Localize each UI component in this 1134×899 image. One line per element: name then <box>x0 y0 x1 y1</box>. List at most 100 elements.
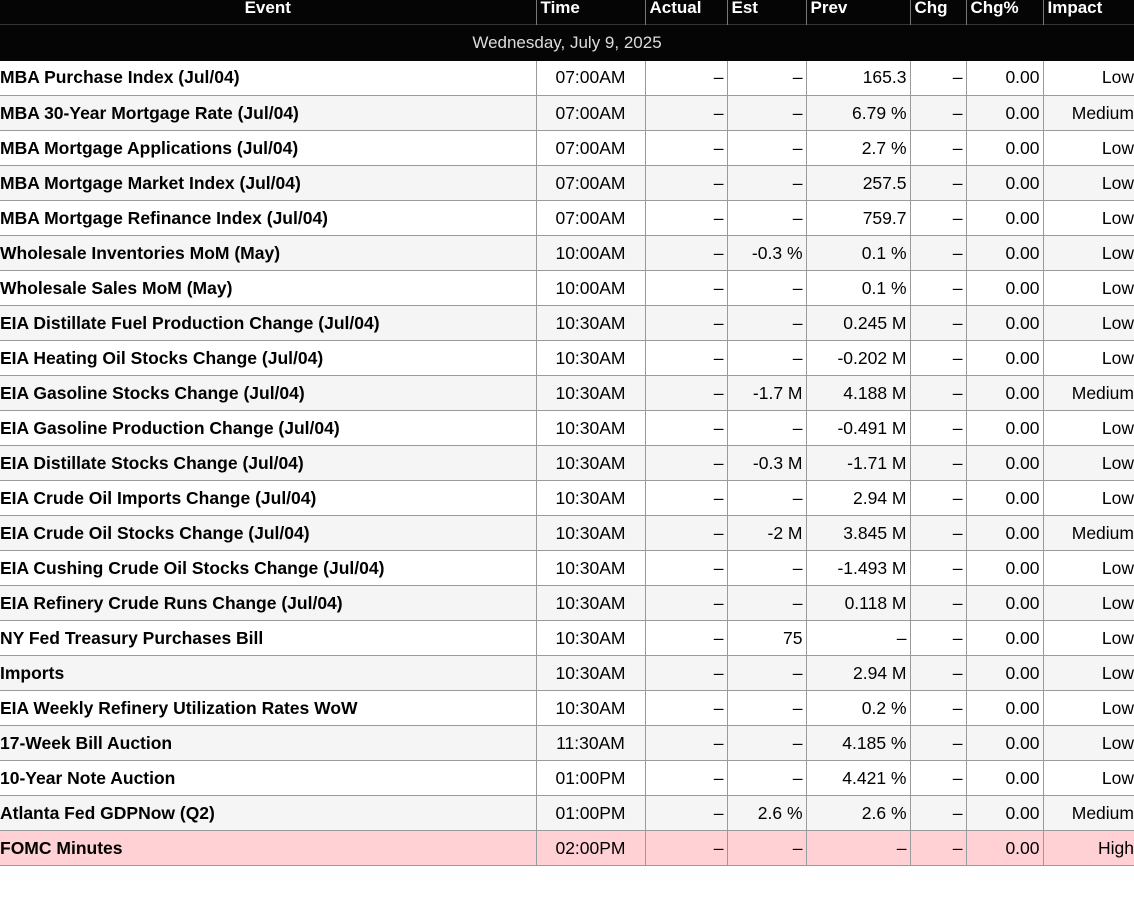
table-row[interactable]: MBA Purchase Index (Jul/04) 07:00AM – –165.… <box>0 60 1134 96</box>
table-row[interactable]: Wholesale Inventories MoM (May) 10:00AM – -… <box>0 235 1134 271</box>
event-name-cell[interactable]: EIA Refinery Crude Runs Change (Jul/04) <box>0 585 536 621</box>
table-row[interactable]: FOMC Minutes 02:00PM – – – –0.00 High <box>0 830 1134 866</box>
column-header-prev[interactable]: Prev <box>805 0 910 24</box>
estimate-cell: – <box>726 305 806 341</box>
column-header-est[interactable]: Est <box>726 0 806 24</box>
event-time-cell: 01:00PM <box>535 795 645 831</box>
event-name-cell[interactable]: EIA Distillate Stocks Change (Jul/04) <box>0 445 536 481</box>
event-name-cell[interactable]: MBA Mortgage Market Index (Jul/04) <box>0 165 536 201</box>
previous-cell: 759.7 <box>805 200 910 236</box>
table-row[interactable]: MBA 30-Year Mortgage Rate (Jul/04) 07:00A… <box>0 95 1134 131</box>
event-time-cell: 10:30AM <box>535 690 645 726</box>
table-row[interactable]: 10-Year Note Auction 01:00PM – –4.421 % –0.0… <box>0 760 1134 796</box>
event-time-cell: 10:30AM <box>535 410 645 446</box>
impact-cell: Medium <box>1042 795 1134 831</box>
estimate-cell: – <box>726 165 806 201</box>
event-name-cell[interactable]: FOMC Minutes <box>0 830 536 866</box>
event-name-cell[interactable]: Wholesale Inventories MoM (May) <box>0 235 536 271</box>
estimate-cell: -0.3 % <box>726 235 806 271</box>
column-header-event[interactable]: Event <box>0 0 536 24</box>
event-name-cell[interactable]: MBA 30-Year Mortgage Rate (Jul/04) <box>0 95 536 131</box>
table-row[interactable]: MBA Mortgage Refinance Index (Jul/04) 07:… <box>0 200 1134 236</box>
event-time-cell: 10:30AM <box>535 585 645 621</box>
previous-cell: 4.188 M <box>805 375 910 411</box>
table-row[interactable]: EIA Heating Oil Stocks Change (Jul/04) 10… <box>0 340 1134 376</box>
table-header: Event Time Actual Est Prev Chg Chg% Impa… <box>0 0 1134 24</box>
change-percent-cell: 0.00 <box>965 830 1043 866</box>
event-time-cell: 10:30AM <box>535 620 645 656</box>
table-row[interactable]: Wholesale Sales MoM (May) 10:00AM – –0.1 % –… <box>0 270 1134 306</box>
table-row[interactable]: MBA Mortgage Market Index (Jul/04) 07:00A… <box>0 165 1134 201</box>
change-percent-cell: 0.00 <box>965 760 1043 796</box>
event-name-cell[interactable]: Wholesale Sales MoM (May) <box>0 270 536 306</box>
change-cell: – <box>909 375 966 411</box>
event-name-cell[interactable]: MBA Mortgage Refinance Index (Jul/04) <box>0 200 536 236</box>
change-percent-cell: 0.00 <box>965 620 1043 656</box>
event-time-cell: 10:30AM <box>535 375 645 411</box>
column-header-impact[interactable]: Impact <box>1042 0 1134 24</box>
estimate-cell: – <box>726 830 806 866</box>
table-row[interactable]: EIA Weekly Refinery Utilization Rates Wo… <box>0 690 1134 726</box>
change-cell: – <box>909 515 966 551</box>
event-name-cell[interactable]: EIA Distillate Fuel Production Change (J… <box>0 305 536 341</box>
change-cell: – <box>909 340 966 376</box>
table-row[interactable]: EIA Refinery Crude Runs Change (Jul/04) 1… <box>0 585 1134 621</box>
event-name-cell[interactable]: Imports <box>0 655 536 691</box>
event-name-cell[interactable]: NY Fed Treasury Purchases Bill <box>0 620 536 656</box>
previous-cell: 4.185 % <box>805 725 910 761</box>
change-percent-cell: 0.00 <box>965 725 1043 761</box>
table-row[interactable]: EIA Cushing Crude Oil Stocks Change (Jul… <box>0 550 1134 586</box>
change-percent-cell: 0.00 <box>965 410 1043 446</box>
change-percent-cell: 0.00 <box>965 550 1043 586</box>
event-name-cell[interactable]: EIA Weekly Refinery Utilization Rates Wo… <box>0 690 536 726</box>
table-row[interactable]: 17-Week Bill Auction 11:30AM – –4.185 % –0.0… <box>0 725 1134 761</box>
table-row[interactable]: Atlanta Fed GDPNow (Q2) 01:00PM –2.6 % 2.6 … <box>0 795 1134 831</box>
actual-cell: – <box>644 340 727 376</box>
event-time-cell: 07:00AM <box>535 95 645 131</box>
estimate-cell: -0.3 M <box>726 445 806 481</box>
event-name-cell[interactable]: EIA Heating Oil Stocks Change (Jul/04) <box>0 340 536 376</box>
event-name-cell[interactable]: EIA Cushing Crude Oil Stocks Change (Jul… <box>0 550 536 586</box>
column-header-time[interactable]: Time <box>535 0 645 24</box>
previous-cell: 0.245 M <box>805 305 910 341</box>
previous-cell: 0.2 % <box>805 690 910 726</box>
table-row[interactable]: EIA Gasoline Stocks Change (Jul/04) 10:30… <box>0 375 1134 411</box>
event-name-cell[interactable]: EIA Crude Oil Stocks Change (Jul/04) <box>0 515 536 551</box>
actual-cell: – <box>644 690 727 726</box>
event-name-cell[interactable]: 17-Week Bill Auction <box>0 725 536 761</box>
table-row[interactable]: EIA Crude Oil Imports Change (Jul/04) 10:… <box>0 480 1134 516</box>
impact-cell: Low <box>1042 270 1134 306</box>
impact-cell: Low <box>1042 655 1134 691</box>
previous-cell: 0.1 % <box>805 235 910 271</box>
actual-cell: – <box>644 655 727 691</box>
event-name-cell[interactable]: EIA Crude Oil Imports Change (Jul/04) <box>0 480 536 516</box>
table-row[interactable]: MBA Mortgage Applications (Jul/04) 07:00A… <box>0 130 1134 166</box>
actual-cell: – <box>644 760 727 796</box>
event-name-cell[interactable]: 10-Year Note Auction <box>0 760 536 796</box>
table-row[interactable]: EIA Crude Oil Stocks Change (Jul/04) 10:3… <box>0 515 1134 551</box>
estimate-cell: – <box>726 585 806 621</box>
table-row[interactable]: Imports 10:30AM – –2.94 M –0.00 Low <box>0 655 1134 691</box>
change-cell: – <box>909 165 966 201</box>
previous-cell: 2.7 % <box>805 130 910 166</box>
impact-cell: Medium <box>1042 375 1134 411</box>
table-row[interactable]: EIA Gasoline Production Change (Jul/04) 1… <box>0 410 1134 446</box>
event-name-cell[interactable]: MBA Purchase Index (Jul/04) <box>0 60 536 96</box>
column-header-chg[interactable]: Chg <box>909 0 966 24</box>
event-name-cell[interactable]: EIA Gasoline Stocks Change (Jul/04) <box>0 375 536 411</box>
actual-cell: – <box>644 585 727 621</box>
table-row[interactable]: EIA Distillate Stocks Change (Jul/04) 10:… <box>0 445 1134 481</box>
event-time-cell: 10:30AM <box>535 480 645 516</box>
estimate-cell: – <box>726 410 806 446</box>
change-percent-cell: 0.00 <box>965 655 1043 691</box>
column-header-chg-pct[interactable]: Chg% <box>965 0 1043 24</box>
impact-cell: Low <box>1042 305 1134 341</box>
event-name-cell[interactable]: Atlanta Fed GDPNow (Q2) <box>0 795 536 831</box>
event-time-cell: 07:00AM <box>535 200 645 236</box>
change-cell: – <box>909 480 966 516</box>
event-name-cell[interactable]: EIA Gasoline Production Change (Jul/04) <box>0 410 536 446</box>
column-header-actual[interactable]: Actual <box>644 0 727 24</box>
event-name-cell[interactable]: MBA Mortgage Applications (Jul/04) <box>0 130 536 166</box>
table-row[interactable]: NY Fed Treasury Purchases Bill 10:30AM –75… <box>0 620 1134 656</box>
table-row[interactable]: EIA Distillate Fuel Production Change (J… <box>0 305 1134 341</box>
